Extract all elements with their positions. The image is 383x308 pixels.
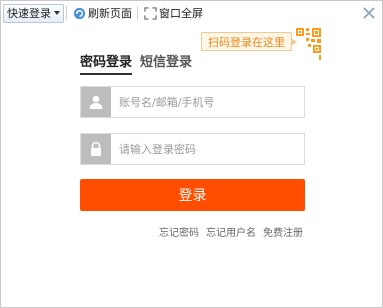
refresh-button[interactable]: 刷新页面 [69,3,135,23]
close-icon[interactable] [362,6,376,20]
tab-password-login[interactable]: 密码登录 [80,51,133,75]
quick-login-label: 快速登录 [7,7,51,20]
top-toolbar: 快速登录 刷新页面 窗口全屏 [2,2,383,24]
user-icon [81,87,111,117]
username-input[interactable] [111,88,304,116]
refresh-icon [72,6,86,20]
register-link[interactable]: 免费注册 [263,224,303,239]
password-input[interactable] [111,135,304,163]
quick-login-dropdown[interactable]: 快速登录 [3,3,64,23]
refresh-label: 刷新页面 [88,7,132,20]
tab-sms-login[interactable]: 短信登录 [140,51,192,75]
toolbar-divider [66,6,67,20]
lock-icon [81,134,111,164]
fullscreen-button[interactable]: 窗口全屏 [140,3,206,23]
forgot-password-link[interactable]: 忘记密码 [159,224,199,239]
username-field [80,86,305,118]
toolbar-divider [137,6,138,20]
help-links: 忘记密码 忘记用户名 免费注册 [152,224,303,239]
login-window: 快速登录 刷新页面 窗口全屏 密码登录 短信登录 扫码登录在这里 账号名/邮箱/… [0,0,383,308]
login-button[interactable]: 登录 [80,179,305,211]
fullscreen-icon [143,6,157,20]
qr-login-tip: 扫码登录在这里 [201,32,297,51]
login-tabs: 密码登录 短信登录 [80,51,200,75]
forgot-username-link[interactable]: 忘记用户名 [206,224,256,239]
password-field [80,133,305,165]
chevron-down-icon [54,11,60,15]
qr-code-icon[interactable] [284,25,324,65]
fullscreen-label: 窗口全屏 [159,7,203,20]
